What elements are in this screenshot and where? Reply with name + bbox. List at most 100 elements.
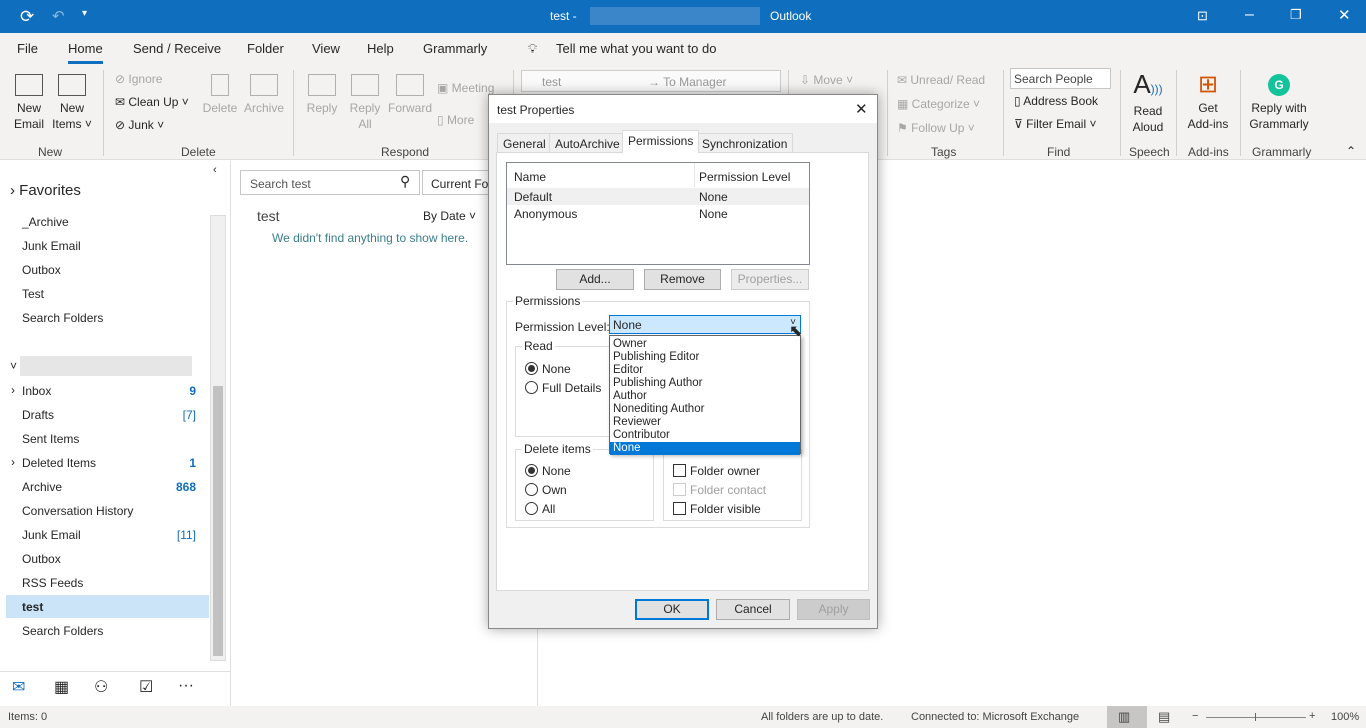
tell-me-input[interactable]: Tell me what you want to do xyxy=(556,41,716,56)
search-people-input[interactable]: Search People xyxy=(1010,68,1111,89)
folder-item[interactable]: Search Folders xyxy=(22,624,103,638)
reply-all-button[interactable]: Reply All xyxy=(347,74,383,132)
tasks-icon[interactable]: ☑ xyxy=(139,677,153,697)
permission-level-select[interactable]: None ˅ xyxy=(609,315,801,334)
move-button[interactable]: ⇩ Move ˅ xyxy=(800,72,853,88)
folder-item[interactable]: Archive xyxy=(22,480,62,494)
search-input[interactable]: Search test xyxy=(240,170,420,195)
tab-general[interactable]: General xyxy=(497,133,552,153)
folder-item[interactable]: Outbox xyxy=(22,552,61,566)
dropdown-option[interactable]: Nonediting Author xyxy=(610,403,800,416)
minimize-icon[interactable]: – xyxy=(1245,6,1254,24)
normal-view-icon[interactable]: ▥ xyxy=(1118,709,1130,725)
tab-send-receive[interactable]: Send / Receive xyxy=(133,41,221,56)
folder-item[interactable]: Sent Items xyxy=(22,432,79,446)
favorite-folder-item[interactable]: Junk Email xyxy=(22,239,81,253)
apply-button[interactable]: Apply xyxy=(797,599,870,620)
account-expand-icon[interactable]: ˅ xyxy=(10,359,17,373)
meeting-button[interactable]: ▣ Meeting xyxy=(437,80,494,96)
dialog-close-icon[interactable]: ✕ xyxy=(855,100,868,118)
new-items-button[interactable]: New Items ˅ xyxy=(52,74,92,132)
permissions-list[interactable]: Name Permission Level Default None Anonym… xyxy=(506,162,810,265)
folder-item[interactable]: Deleted Items xyxy=(22,456,96,470)
zoom-in[interactable]: + xyxy=(1309,710,1315,722)
delete-none-radio[interactable]: None xyxy=(525,464,571,478)
folder-scrollbar[interactable] xyxy=(210,215,226,661)
new-email-button[interactable]: New Email xyxy=(10,74,48,132)
dropdown-option[interactable]: Owner xyxy=(610,338,800,351)
more-respond-button[interactable]: ▯ More xyxy=(437,112,474,128)
delete-button[interactable]: Delete xyxy=(202,74,238,116)
unread-read-button[interactable]: ✉ Unread/ Read xyxy=(897,72,985,88)
zoom-slider[interactable] xyxy=(1206,717,1306,718)
sort-dropdown[interactable]: By Date ˅ xyxy=(423,209,476,223)
expand-icon[interactable]: › xyxy=(11,455,15,469)
undo-icon[interactable]: ↶ xyxy=(52,7,65,25)
dropdown-option[interactable]: Publishing Editor xyxy=(610,351,800,364)
favorite-folder-item[interactable]: Outbox xyxy=(22,263,61,277)
read-full-details-radio[interactable]: Full Details xyxy=(525,381,601,395)
folder-contact-checkbox[interactable]: Folder contact xyxy=(673,483,766,497)
favorite-folder-item[interactable]: Test xyxy=(22,287,44,301)
remove-button[interactable]: Remove xyxy=(644,269,721,290)
reply-button[interactable]: Reply xyxy=(305,74,339,116)
people-icon[interactable]: ⚇ xyxy=(94,677,108,697)
zoom-level[interactable]: 100% xyxy=(1331,711,1359,723)
tab-permissions[interactable]: Permissions xyxy=(622,130,700,153)
ignore-button[interactable]: ⊘ Ignore xyxy=(115,71,162,87)
categorize-button[interactable]: ▦ Categorize ˅ xyxy=(897,96,980,112)
dropdown-option[interactable]: Author xyxy=(610,390,800,403)
more-apps-icon[interactable]: ··· xyxy=(178,677,194,695)
dropdown-option[interactable]: Contributor xyxy=(610,429,800,442)
read-aloud-button[interactable]: A))) Read Aloud xyxy=(1128,70,1168,135)
close-icon[interactable]: ✕ xyxy=(1338,6,1351,24)
tab-help[interactable]: Help xyxy=(367,41,394,56)
folder-owner-checkbox[interactable]: Folder owner xyxy=(673,464,760,478)
calendar-icon[interactable]: ▦ xyxy=(54,677,69,697)
quick-steps-gallery[interactable]: test → To Manager xyxy=(521,70,781,92)
search-icon[interactable]: ⚲ xyxy=(400,173,410,190)
folder-item[interactable]: Junk Email xyxy=(22,528,81,542)
zoom-out[interactable]: − xyxy=(1192,710,1198,722)
cancel-button[interactable]: Cancel xyxy=(716,599,790,620)
dropdown-option[interactable]: None xyxy=(610,442,800,455)
delete-own-radio[interactable]: Own xyxy=(525,483,567,497)
favorite-folder-item[interactable]: Search Folders xyxy=(22,311,103,325)
archive-button[interactable]: Archive xyxy=(242,74,286,116)
tab-autoarchive[interactable]: AutoArchive xyxy=(549,133,626,153)
folder-item[interactable]: Drafts xyxy=(22,408,54,422)
junk-button[interactable]: ⊘ Junk ˅ xyxy=(115,117,164,133)
table-row[interactable]: Anonymous None xyxy=(507,205,809,222)
mail-icon[interactable]: ✉ xyxy=(12,677,25,697)
sync-icon[interactable]: ⟳ xyxy=(20,7,34,27)
tab-view[interactable]: View xyxy=(312,41,340,56)
collapse-pane-icon[interactable]: ‹ xyxy=(213,164,217,176)
tab-home[interactable]: Home xyxy=(68,41,103,64)
tab-file[interactable]: File xyxy=(17,41,38,56)
tab-folder[interactable]: Folder xyxy=(247,41,284,56)
collapse-ribbon-icon[interactable]: ⌃ xyxy=(1346,144,1356,158)
follow-up-button[interactable]: ⚑ Follow Up ˅ xyxy=(897,120,975,136)
column-name[interactable]: Name xyxy=(514,170,546,184)
ok-button[interactable]: OK xyxy=(635,599,709,620)
favorite-folder-item[interactable]: _Archive xyxy=(22,215,69,229)
restore-icon[interactable]: ❐ xyxy=(1290,7,1302,23)
customize-qat-icon[interactable]: ▾ xyxy=(82,8,87,19)
table-row[interactable]: Default None xyxy=(507,188,809,205)
reply-with-grammarly-button[interactable]: G Reply with Grammarly xyxy=(1246,74,1312,132)
expand-icon[interactable]: › xyxy=(11,383,15,397)
folder-visible-checkbox[interactable]: Folder visible xyxy=(673,502,761,516)
forward-button[interactable]: Forward xyxy=(387,74,433,116)
folder-item[interactable]: RSS Feeds xyxy=(22,576,83,590)
folder-item[interactable]: Conversation History xyxy=(22,504,133,518)
dropdown-option[interactable]: Reviewer xyxy=(610,416,800,429)
favorites-header[interactable]: › Favorites xyxy=(10,182,81,199)
dropdown-option[interactable]: Publishing Author xyxy=(610,377,800,390)
delete-all-radio[interactable]: All xyxy=(525,502,555,516)
folder-item[interactable]: Inbox xyxy=(22,384,51,398)
column-permission-level[interactable]: Permission Level xyxy=(699,170,790,184)
tab-grammarly[interactable]: Grammarly xyxy=(423,41,487,56)
folder-item[interactable]: test xyxy=(22,600,43,614)
clean-up-button[interactable]: ✉ Clean Up ˅ xyxy=(115,94,189,110)
filter-email-button[interactable]: ⊽ Filter Email ˅ xyxy=(1014,116,1096,132)
